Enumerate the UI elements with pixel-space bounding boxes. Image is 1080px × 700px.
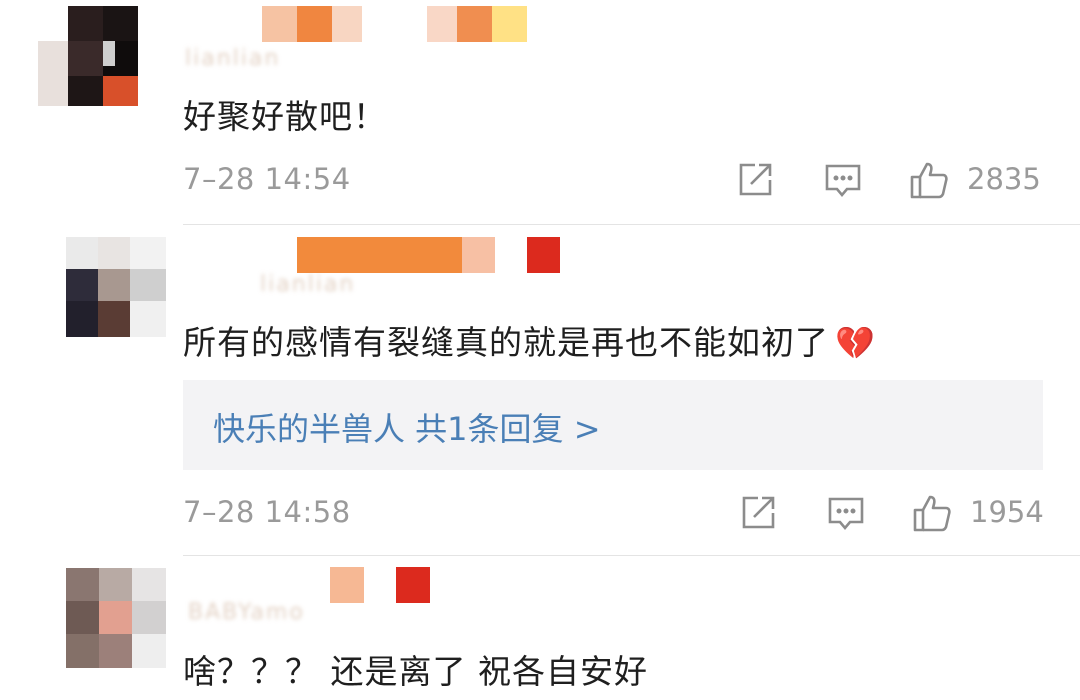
comment-3: BABYamo 啥？？？ 还是离了 祝各自安好 bbox=[0, 0, 1080, 700]
username-redacted bbox=[330, 567, 430, 603]
avatar[interactable] bbox=[66, 568, 166, 668]
username-blurred: BABYamo bbox=[188, 600, 305, 625]
comment-text: 啥？？？ 还是离了 祝各自安好 bbox=[183, 652, 648, 691]
